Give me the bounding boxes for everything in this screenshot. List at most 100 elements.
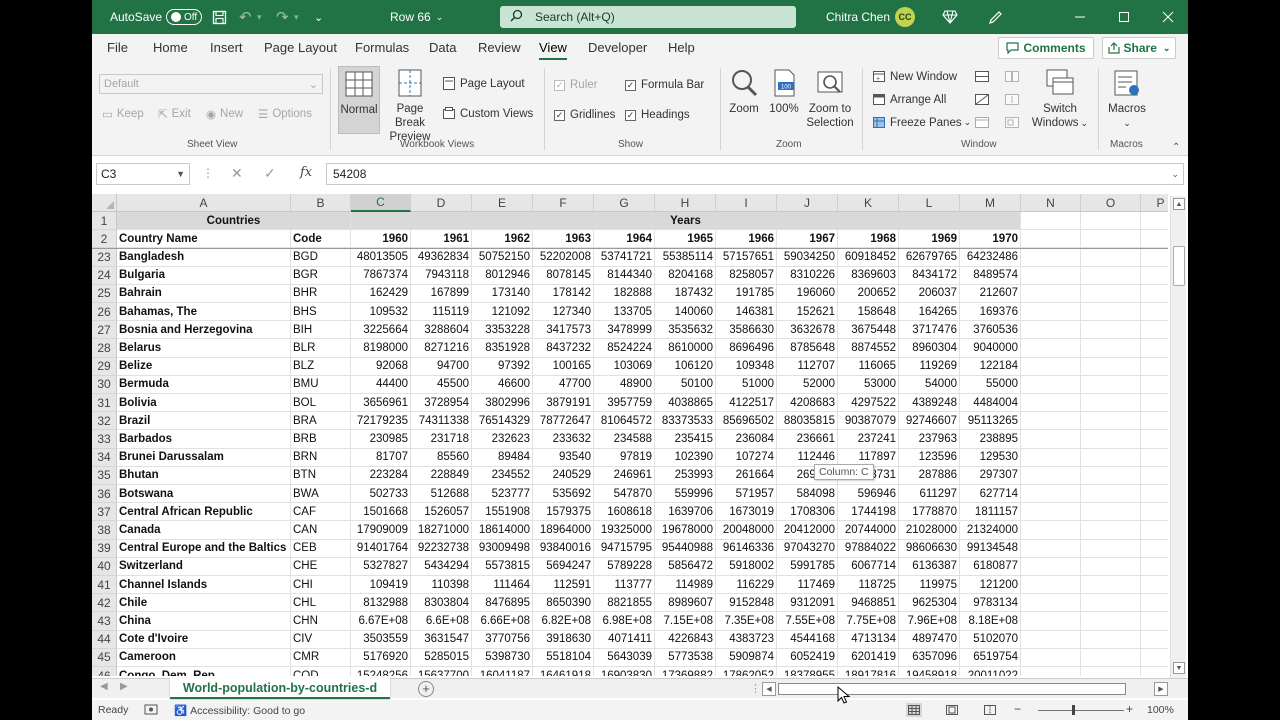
options-button[interactable]: ☰ Options <box>258 107 312 121</box>
country-name-cell[interactable]: Bolivia <box>117 394 291 413</box>
population-cell[interactable]: 1608618 <box>594 503 655 522</box>
population-cell[interactable]: 110398 <box>411 576 472 595</box>
empty-cell[interactable] <box>1021 539 1081 558</box>
empty-cell[interactable] <box>1081 521 1141 540</box>
year-header-cell[interactable]: 1961 <box>411 230 472 249</box>
country-code-cell[interactable]: BGD <box>291 248 351 267</box>
population-cell[interactable]: 7.96E+08 <box>899 612 960 631</box>
year-header-cell[interactable]: 1963 <box>533 230 594 249</box>
country-name-cell[interactable]: Botswana <box>117 485 291 504</box>
empty-cell[interactable] <box>1141 248 1168 267</box>
empty-cell[interactable] <box>1141 558 1168 576</box>
normal-view-status-button[interactable] <box>906 703 922 717</box>
country-name-cell[interactable]: Bahamas, The <box>117 303 291 322</box>
empty-cell[interactable] <box>1141 485 1168 504</box>
row-header[interactable]: 32 <box>92 412 117 431</box>
population-cell[interactable]: 169376 <box>960 303 1021 322</box>
population-cell[interactable]: 18271000 <box>411 521 472 540</box>
empty-cell[interactable] <box>1081 430 1141 449</box>
sheet-view-dropdown[interactable]: Default ⌄ <box>99 74 323 94</box>
empty-cell[interactable] <box>1081 412 1141 431</box>
population-cell[interactable]: 8524224 <box>594 339 655 358</box>
row-header[interactable]: 40 <box>92 557 117 576</box>
year-header-cell[interactable]: 1966 <box>716 230 777 249</box>
population-cell[interactable]: 109532 <box>351 303 411 322</box>
autosave-toggle[interactable]: Off <box>166 9 202 25</box>
empty-cell[interactable] <box>1021 466 1081 485</box>
population-cell[interactable]: 253993 <box>655 466 716 485</box>
population-cell[interactable]: 4383723 <box>716 630 777 649</box>
country-name-cell[interactable]: Cote d'Ivoire <box>117 630 291 649</box>
population-cell[interactable]: 234552 <box>472 466 533 485</box>
population-cell[interactable]: 114989 <box>655 576 716 595</box>
population-cell[interactable]: 1673019 <box>716 503 777 522</box>
empty-cell[interactable] <box>1141 631 1168 649</box>
empty-cell[interactable] <box>1141 321 1168 340</box>
population-cell[interactable]: 85696502 <box>716 412 777 431</box>
year-header-cell[interactable]: 1970 <box>960 230 1021 249</box>
population-cell[interactable]: 8437232 <box>533 339 594 358</box>
empty-cell[interactable] <box>1081 375 1141 394</box>
empty-cell[interactable] <box>1021 394 1081 413</box>
empty-cell[interactable] <box>1081 466 1141 485</box>
population-cell[interactable]: 88035815 <box>777 412 838 431</box>
enter-icon[interactable]: ✓ <box>264 165 276 182</box>
population-cell[interactable]: 8989607 <box>655 594 716 613</box>
population-cell[interactable]: 102390 <box>655 448 716 467</box>
population-cell[interactable]: 3957759 <box>594 394 655 413</box>
code-header-cell[interactable]: Code <box>291 230 351 249</box>
population-cell[interactable]: 5789228 <box>594 557 655 576</box>
population-cell[interactable]: 182888 <box>594 284 655 303</box>
population-cell[interactable]: 113777 <box>594 576 655 595</box>
population-cell[interactable]: 6.98E+08 <box>594 612 655 631</box>
country-code-cell[interactable]: BLR <box>291 339 351 358</box>
country-name-cell[interactable]: Chile <box>117 594 291 613</box>
population-cell[interactable]: 5327827 <box>351 557 411 576</box>
empty-cell[interactable] <box>1081 503 1141 522</box>
close-icon[interactable] <box>1158 0 1178 34</box>
empty-cell[interactable] <box>1141 358 1168 376</box>
column-header-d[interactable]: D <box>411 194 472 212</box>
scroll-right-icon[interactable]: ▶ <box>1154 682 1168 696</box>
population-cell[interactable]: 90387079 <box>838 412 899 431</box>
population-cell[interactable]: 8351928 <box>472 339 533 358</box>
country-name-cell[interactable]: Channel Islands <box>117 576 291 595</box>
population-cell[interactable]: 1744198 <box>838 503 899 522</box>
new-window-button[interactable]: + New Window <box>872 70 957 83</box>
population-cell[interactable]: 47700 <box>533 375 594 394</box>
population-cell[interactable]: 57157651 <box>716 248 777 267</box>
hide-button[interactable] <box>974 93 990 106</box>
population-cell[interactable]: 7.15E+08 <box>655 612 716 631</box>
population-cell[interactable]: 8012946 <box>472 266 533 285</box>
empty-cell[interactable] <box>1081 648 1141 667</box>
population-cell[interactable]: 9040000 <box>960 339 1021 358</box>
population-cell[interactable]: 100165 <box>533 357 594 376</box>
country-code-cell[interactable]: BHS <box>291 303 351 322</box>
collapse-ribbon-icon[interactable]: ⌃ <box>1172 142 1180 153</box>
tab-data[interactable]: Data <box>429 40 456 55</box>
macro-record-icon[interactable] <box>144 704 158 715</box>
row-header[interactable]: 2 <box>92 230 117 249</box>
population-cell[interactable]: 7867374 <box>351 266 411 285</box>
population-cell[interactable]: 54000 <box>899 375 960 394</box>
empty-cell[interactable] <box>1141 376 1168 394</box>
column-header-i[interactable]: I <box>716 194 777 212</box>
search-box[interactable]: Search (Alt+Q) <box>500 6 796 28</box>
population-cell[interactable]: 6357096 <box>899 648 960 667</box>
population-cell[interactable]: 83373533 <box>655 412 716 431</box>
column-header-a[interactable]: A <box>117 194 291 212</box>
population-cell[interactable]: 5176920 <box>351 648 411 667</box>
population-cell[interactable]: 7.75E+08 <box>838 612 899 631</box>
population-cell[interactable]: 5773538 <box>655 648 716 667</box>
population-cell[interactable]: 1501668 <box>351 503 411 522</box>
pen-icon[interactable] <box>985 0 1005 34</box>
population-cell[interactable]: 81707 <box>351 448 411 467</box>
country-name-cell[interactable]: Belarus <box>117 339 291 358</box>
population-cell[interactable]: 20011022 <box>960 667 1021 676</box>
empty-cell[interactable] <box>1021 321 1081 340</box>
population-cell[interactable]: 611297 <box>899 485 960 504</box>
country-name-cell[interactable]: Central African Republic <box>117 503 291 522</box>
population-cell[interactable]: 5398730 <box>472 648 533 667</box>
population-cell[interactable]: 45500 <box>411 375 472 394</box>
population-cell[interactable]: 232623 <box>472 430 533 449</box>
